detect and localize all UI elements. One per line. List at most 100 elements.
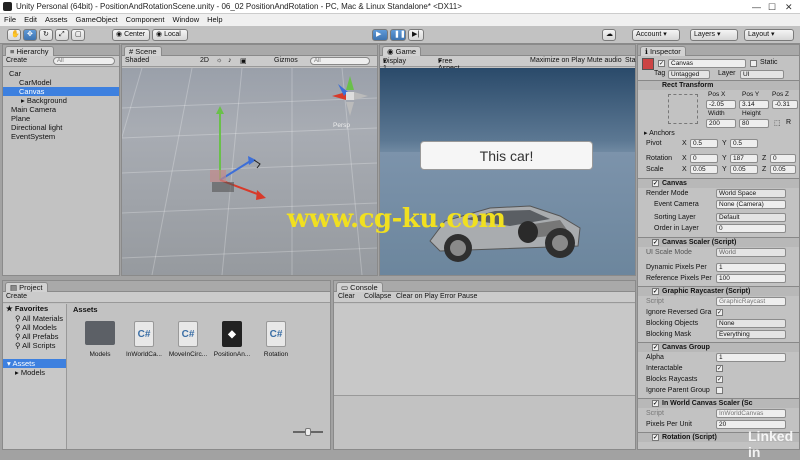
pivot-local-button[interactable]: ◉ Local [152, 29, 188, 41]
object-name-field[interactable]: Canvas [668, 59, 746, 68]
rotation-enabled-checkbox[interactable]: ✓ [652, 434, 659, 441]
raycaster-enabled-checkbox[interactable]: ✓ [652, 288, 659, 295]
console-collapse-button[interactable]: Collapse [364, 293, 391, 300]
maximize-icon[interactable]: ☐ [768, 2, 776, 13]
tab-hierarchy[interactable]: ≡ Hierarchy [5, 46, 54, 56]
tab-project[interactable]: ▤ Project [5, 282, 48, 292]
hierarchy-item-canvas[interactable]: Canvas [3, 87, 119, 96]
pivot-center-button[interactable]: ◉ Center [112, 29, 150, 41]
move-tool-icon[interactable]: ✥ [23, 29, 37, 41]
hierarchy-item-directional-light[interactable]: Directional light [11, 123, 62, 132]
menu-component[interactable]: Component [122, 14, 169, 25]
fav-all-models[interactable]: ⚲ All Models [15, 323, 57, 332]
pivot-y-field[interactable]: 0.5 [730, 139, 758, 148]
canvas-enabled-checkbox[interactable]: ✓ [652, 180, 659, 187]
account-dropdown[interactable]: Account ▾ [632, 29, 680, 41]
scale-tool-icon[interactable]: ⤢ [55, 29, 69, 41]
menu-assets[interactable]: Assets [41, 14, 72, 25]
scale-z-field[interactable]: 0.05 [770, 165, 796, 174]
menu-gameobject[interactable]: GameObject [72, 14, 122, 25]
layer-dropdown[interactable]: UI [740, 70, 784, 79]
maximize-on-play-toggle[interactable]: Maximize on Play [530, 57, 585, 64]
scaler-enabled-checkbox[interactable]: ✓ [652, 239, 659, 246]
blueprint-icon[interactable]: ⬚ [774, 119, 781, 127]
audio-toggle-icon[interactable]: ♪ [228, 57, 232, 64]
step-icon[interactable]: ▶| [408, 29, 424, 41]
posx-field[interactable]: -2.05 [706, 100, 736, 109]
hierarchy-search-input[interactable]: All [53, 57, 115, 65]
console-log-area[interactable] [334, 304, 635, 396]
inworld-script-field[interactable]: InWorldCanvas [716, 409, 786, 418]
canvas-group-header[interactable]: ✓ Canvas Group [638, 342, 799, 352]
game-viewport[interactable]: This car! [380, 68, 635, 275]
canvas-component-header[interactable]: ✓ Canvas [638, 178, 799, 188]
project-create-button[interactable]: Create [6, 293, 27, 300]
raycaster-script-field[interactable]: GraphicRaycast [716, 297, 786, 306]
menu-help[interactable]: Help [203, 14, 226, 25]
tab-game[interactable]: ◉ Game [382, 46, 422, 56]
tag-dropdown[interactable]: Untagged [668, 70, 710, 79]
posy-field[interactable]: 3.14 [739, 100, 769, 109]
sorting-layer-dropdown[interactable]: Default [716, 213, 786, 222]
menu-window[interactable]: Window [168, 14, 203, 25]
pivot-x-field[interactable]: 0.5 [690, 139, 718, 148]
aspect-dropdown[interactable]: Free Aspect ▾ [438, 57, 459, 72]
scene-orientation-gizmo-icon[interactable] [330, 74, 370, 118]
hierarchy-create-button[interactable]: Create [6, 57, 27, 64]
static-checkbox[interactable] [750, 60, 757, 67]
models-folder-item[interactable]: ▸ Models [15, 368, 45, 377]
group-enabled-checkbox[interactable]: ✓ [652, 344, 659, 351]
layout-dropdown[interactable]: Layout ▾ [744, 29, 794, 41]
hierarchy-item-main-camera[interactable]: Main Camera [11, 105, 56, 114]
ignore-parent-checkbox[interactable] [716, 387, 723, 394]
tab-scene[interactable]: # Scene [124, 46, 162, 56]
favorites-item[interactable]: ★ Favorites [6, 304, 48, 313]
graphic-raycaster-header[interactable]: ✓ Graphic Raycaster (Script) [638, 286, 799, 296]
rotation-x-field[interactable]: 0 [690, 154, 718, 163]
hierarchy-item-carmodel[interactable]: CarModel [19, 78, 52, 87]
blocking-objects-dropdown[interactable]: None [716, 319, 786, 328]
order-in-layer-field[interactable]: 0 [716, 224, 786, 233]
ui-scale-mode-dropdown[interactable]: World [716, 248, 786, 257]
mute-audio-toggle[interactable]: Mute audio [587, 57, 622, 64]
cloud-icon[interactable]: ☁ [602, 29, 616, 41]
tab-inspector[interactable]: ℹ Inspector [640, 46, 686, 56]
hierarchy-item-car[interactable]: Car [9, 69, 21, 78]
asset-models-folder[interactable]: Models [79, 321, 121, 358]
menu-file[interactable]: File [0, 14, 20, 25]
fav-all-scripts[interactable]: ⚲ All Scripts [15, 341, 56, 350]
rect-tool-icon[interactable]: ▢ [71, 29, 85, 41]
console-error-pause-toggle[interactable]: Error Pause [440, 293, 477, 300]
hierarchy-item-background[interactable]: ▸ Background [21, 96, 67, 105]
play-icon[interactable]: ▶ [372, 29, 388, 41]
scene-2d-toggle[interactable]: 2D [200, 57, 209, 64]
scale-x-field[interactable]: 0.05 [690, 165, 718, 174]
interactable-checkbox[interactable]: ✓ [716, 365, 723, 372]
asset-rotation-script[interactable]: C# Rotation [255, 321, 297, 358]
reference-pixels-field[interactable]: 100 [716, 274, 786, 283]
anchors-foldout[interactable]: ▸ Anchors [644, 129, 675, 137]
rect-transform-header[interactable]: Rect Transform [638, 80, 799, 90]
display-dropdown[interactable]: Display 1 ▾ [383, 57, 406, 72]
raw-edit-icon[interactable]: R [786, 119, 791, 126]
blocks-raycasts-checkbox[interactable]: ✓ [716, 376, 723, 383]
light-toggle-icon[interactable]: ☼ [216, 57, 222, 64]
active-checkbox[interactable]: ✓ [658, 60, 665, 67]
event-camera-field[interactable]: None (Camera) [716, 200, 786, 209]
alpha-field[interactable]: 1 [716, 353, 786, 362]
hierarchy-item-plane[interactable]: Plane [11, 114, 30, 123]
gizmos-dropdown[interactable]: Gizmos [274, 57, 298, 64]
inworld-scaler-header[interactable]: ✓ In World Canvas Scaler (Sc [638, 398, 799, 408]
inworld-enabled-checkbox[interactable]: ✓ [652, 400, 659, 407]
anchor-preset-icon[interactable] [668, 94, 698, 124]
console-clear-on-play-toggle[interactable]: Clear on Play [396, 293, 438, 300]
close-icon[interactable]: ✕ [785, 2, 793, 13]
menu-edit[interactable]: Edit [20, 14, 41, 25]
hand-tool-icon[interactable]: ✋ [7, 29, 21, 41]
dynamic-pixels-field[interactable]: 1 [716, 263, 786, 272]
shading-dropdown[interactable]: Shaded [125, 57, 149, 64]
fav-all-materials[interactable]: ⚲ All Materials [15, 314, 63, 323]
tab-console[interactable]: ▭ Console [336, 282, 383, 292]
height-field[interactable]: 80 [739, 119, 769, 128]
scale-y-field[interactable]: 0.05 [730, 165, 758, 174]
